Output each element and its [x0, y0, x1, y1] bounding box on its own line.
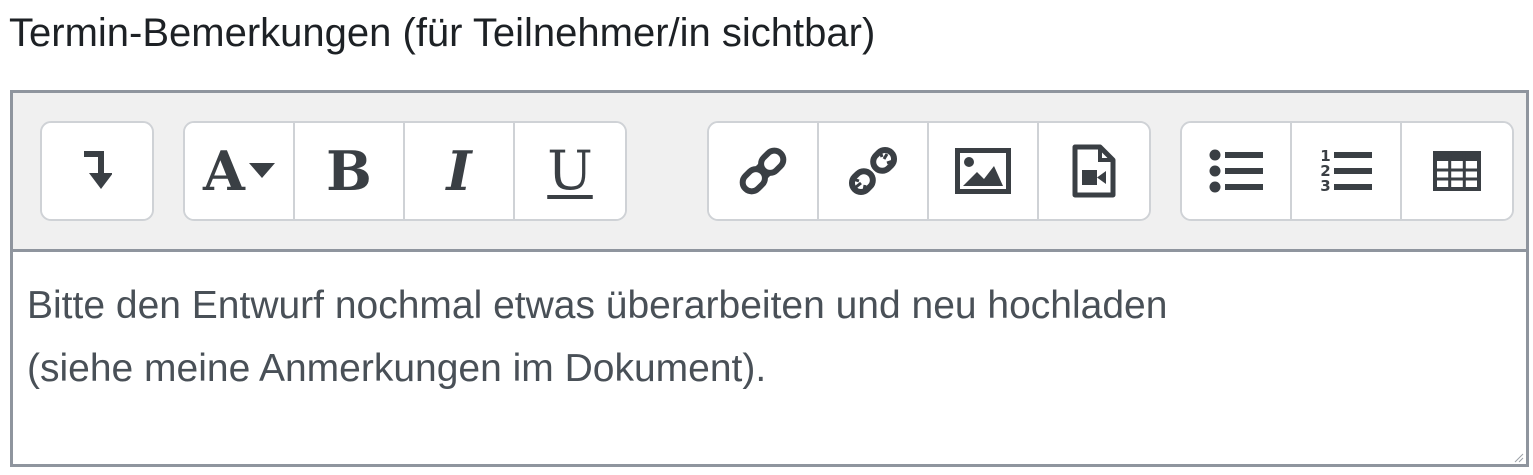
insert-media-button[interactable]	[1039, 123, 1149, 219]
toggle-toolbar-icon	[82, 149, 112, 193]
editor-content-area[interactable]: Bitte den Entwurf nochmal etwas überarbe…	[13, 252, 1526, 464]
link-icon	[738, 146, 788, 196]
table-icon	[1433, 151, 1481, 191]
unlink-button[interactable]	[819, 123, 929, 219]
field-label: Termin-Bemerkungen (für Teilnehmer/in si…	[9, 11, 876, 55]
numbered-list-icon: 1 2 3	[1320, 148, 1372, 195]
media-file-icon	[1072, 144, 1116, 198]
underline-icon: U	[547, 139, 593, 202]
unlink-icon	[847, 145, 899, 197]
numbered-list-button[interactable]: 1 2 3	[1292, 123, 1402, 219]
underline-button[interactable]: U	[515, 123, 625, 219]
italic-button[interactable]: I	[405, 123, 515, 219]
chevron-down-icon	[248, 163, 275, 179]
bold-button[interactable]: B	[295, 123, 405, 219]
list-number-3: 3	[1320, 176, 1331, 195]
bulleted-list-button[interactable]	[1182, 123, 1292, 219]
font-color-button[interactable]: A	[185, 123, 295, 219]
bulleted-list-icon	[1209, 149, 1263, 193]
toolbar-group-style: A B I U	[183, 121, 627, 221]
content-line: (siehe meine Anmerkungen im Dokument).	[27, 347, 767, 390]
toolbar-group-collapse	[40, 121, 154, 221]
editor-toolbar: A B I U 1 2 3	[13, 93, 1526, 252]
rich-text-editor: A B I U 1 2 3 Bitte den Entwurf nochmal …	[10, 90, 1529, 467]
toolbar-group-lists: 1 2 3	[1180, 121, 1514, 221]
italic-icon: I	[446, 139, 472, 203]
insert-table-button[interactable]	[1402, 123, 1512, 219]
link-button[interactable]	[709, 123, 819, 219]
content-line: Bitte den Entwurf nochmal etwas überarbe…	[27, 284, 1168, 327]
font-color-icon: A	[203, 139, 245, 203]
image-icon	[955, 148, 1011, 194]
bold-icon: B	[326, 139, 372, 203]
insert-image-button[interactable]	[929, 123, 1039, 219]
resize-grip-icon[interactable]	[1512, 450, 1524, 463]
toolbar-group-insert	[707, 121, 1151, 221]
toggle-toolbar-button[interactable]	[42, 123, 152, 219]
